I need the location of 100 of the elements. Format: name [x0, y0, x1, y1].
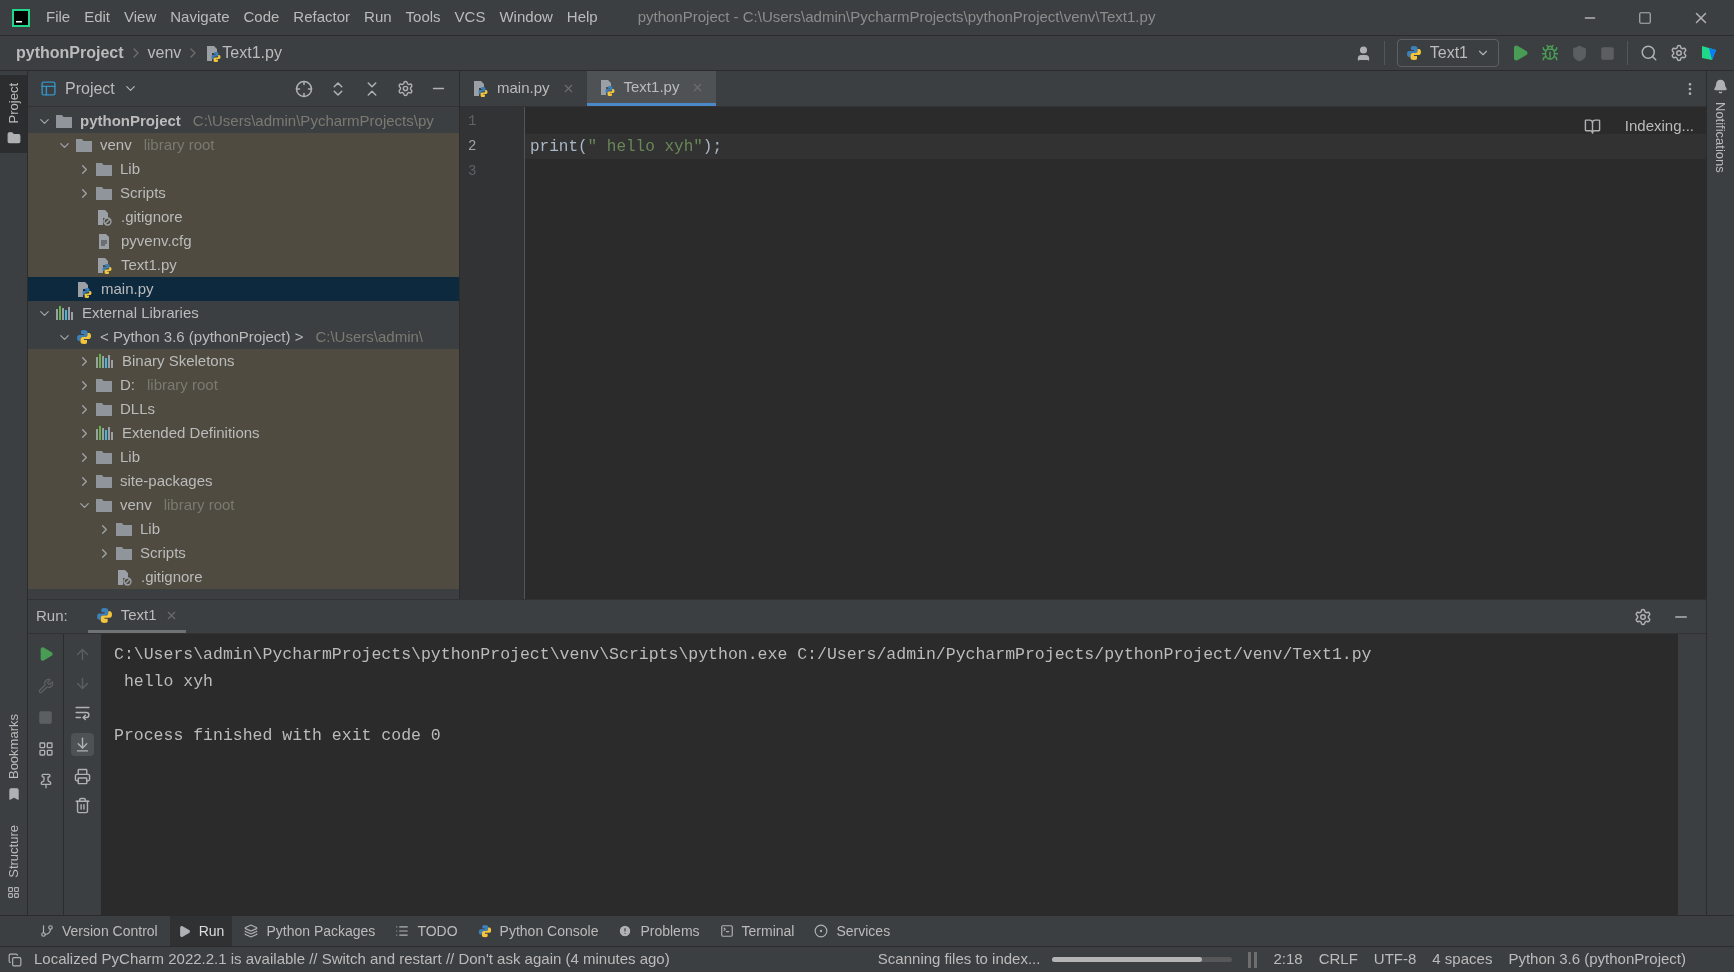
print-icon[interactable] — [74, 768, 91, 785]
tool-window-tab[interactable]: Run — [169, 916, 233, 946]
folder-icon — [116, 546, 132, 560]
tree-item-hint: C:\Users\admin\ — [315, 326, 423, 347]
tree-item-label: Scripts — [120, 182, 166, 203]
tree-item[interactable]: Binary Skeletons — [28, 349, 459, 373]
notifications-icon[interactable] — [1713, 79, 1728, 94]
folder-icon — [76, 138, 92, 152]
folder-icon — [96, 498, 112, 512]
settings-icon[interactable] — [397, 80, 414, 97]
breadcrumb[interactable]: pythonProject — [16, 41, 124, 65]
tree-item[interactable]: .gitignore — [28, 565, 459, 589]
menu-item[interactable]: Edit — [84, 6, 111, 29]
tool-window-tab[interactable]: Version Control — [32, 916, 166, 946]
tree-item-label: D: — [120, 374, 135, 395]
tree-item[interactable]: Scripts — [28, 541, 459, 565]
menu-item[interactable]: Code — [243, 6, 280, 29]
soft-wrap-icon[interactable] — [74, 704, 91, 721]
tree-item[interactable]: Extended Definitions — [28, 421, 459, 445]
menu-item[interactable]: Refactor — [293, 6, 351, 29]
toolbox-logo[interactable] — [1700, 44, 1718, 62]
editor-tab[interactable]: Text1.py — [586, 71, 717, 106]
menu-item[interactable]: File — [46, 6, 71, 29]
tree-item-label: External Libraries — [82, 302, 199, 323]
python-file-icon — [205, 44, 223, 62]
folder-icon — [96, 474, 112, 488]
tree-item-label: DLLs — [120, 398, 156, 419]
code-token: print( — [530, 136, 588, 158]
status-item[interactable]: UTF-8 — [1373, 948, 1417, 971]
menu-item[interactable]: Window — [499, 6, 553, 29]
tool-window-tab[interactable]: Python Packages — [236, 916, 384, 946]
breadcrumb[interactable]: Text1.py — [222, 41, 282, 65]
tree-item-label: Binary Skeletons — [122, 350, 235, 371]
locate-icon[interactable] — [295, 79, 313, 98]
settings-icon[interactable] — [1634, 607, 1652, 626]
tree-item[interactable]: Lib — [28, 445, 459, 469]
menu-item[interactable]: Help — [566, 6, 598, 29]
status-item[interactable]: CRLF — [1318, 948, 1358, 971]
tree-item-label: venv — [100, 134, 132, 155]
tool-window-tab[interactable]: Python Console — [469, 916, 607, 946]
project-view-icon — [40, 80, 57, 97]
editor-tab[interactable]: main.py — [460, 71, 587, 106]
folder-icon — [56, 114, 72, 128]
play-icon — [177, 924, 191, 938]
reader-mode-icon[interactable] — [1583, 117, 1601, 135]
status-item[interactable]: Python 3.6 (pythonProject) — [1508, 948, 1686, 971]
trash-icon[interactable] — [74, 797, 91, 814]
settings-icon[interactable] — [1670, 44, 1688, 62]
tree-item-hint: C:\Users\admin\PycharmProjects\py — [192, 110, 434, 131]
event-log-icon[interactable] — [8, 952, 22, 967]
search-icon[interactable] — [1640, 44, 1658, 62]
tree-item-label: .gitignore — [121, 206, 183, 227]
tree-item[interactable]: Scripts — [28, 181, 459, 205]
tool-window-tab[interactable]: Terminal — [711, 916, 803, 946]
status-item[interactable]: 2:18 — [1273, 948, 1303, 971]
console-line: Process finished with exit code 0 — [114, 725, 442, 748]
tree-item[interactable]: DLLs — [28, 397, 459, 421]
tool-window-tab[interactable]: Problems — [610, 916, 708, 946]
layout-icon[interactable] — [37, 741, 54, 757]
folder-icon — [96, 186, 112, 200]
folder-icon — [96, 450, 112, 464]
menu-item[interactable]: Navigate — [170, 6, 230, 29]
tree-item[interactable]: pyvenv.cfg — [28, 229, 459, 253]
code-token: " hello xyh" — [587, 136, 703, 158]
project-side-label[interactable]: Project — [3, 83, 24, 124]
run-icon[interactable] — [1511, 44, 1529, 62]
tree-item-label: pythonProject — [80, 110, 181, 131]
structure-side-label[interactable]: Structure — [3, 825, 24, 878]
ignore-file-icon — [96, 208, 113, 226]
tool-window-tab[interactable]: Services — [806, 916, 899, 946]
tree-item[interactable]: main.py — [28, 277, 459, 301]
tree-item[interactable]: Lib — [28, 157, 459, 181]
terminal-icon — [719, 924, 734, 938]
tree-item[interactable]: Lib — [28, 517, 459, 541]
pause-icon[interactable] — [1248, 951, 1258, 968]
scroll-to-end-icon — [74, 736, 91, 753]
structure-icon[interactable] — [7, 886, 20, 899]
menu-item[interactable]: VCS — [454, 6, 486, 29]
status-item[interactable]: 4 spaces — [1432, 948, 1493, 971]
panel-title[interactable]: Project — [65, 76, 115, 101]
tree-item-label: Extended Definitions — [122, 422, 260, 443]
project-side-tab[interactable]: Project — [0, 75, 27, 154]
menu-item[interactable]: View — [124, 6, 157, 29]
run-config-dropdown[interactable]: Text1 — [1396, 39, 1499, 67]
bookmark-icon[interactable] — [6, 787, 21, 802]
menu-item[interactable]: Tools — [405, 6, 441, 29]
tool-window-tab[interactable]: TODO — [387, 916, 466, 946]
bookmarks-side-label[interactable]: Bookmarks — [3, 714, 24, 780]
tree-item[interactable]: .gitignore — [28, 205, 459, 229]
tree-item-label: Text1.py — [121, 254, 177, 275]
ignore-file-icon — [116, 568, 133, 586]
menu-item[interactable]: Run — [364, 6, 392, 29]
debug-icon[interactable] — [1541, 44, 1559, 62]
tree-item[interactable]: site-packages — [28, 469, 459, 493]
breadcrumb[interactable]: venv — [147, 41, 182, 65]
tree-item-label: pyvenv.cfg — [121, 230, 192, 251]
scroll-to-end-button[interactable] — [71, 733, 94, 756]
tree-item[interactable]: Text1.py — [28, 253, 459, 277]
notifications-side-label[interactable]: Notifications — [1710, 102, 1731, 173]
maximize-icon[interactable] — [1638, 10, 1652, 25]
